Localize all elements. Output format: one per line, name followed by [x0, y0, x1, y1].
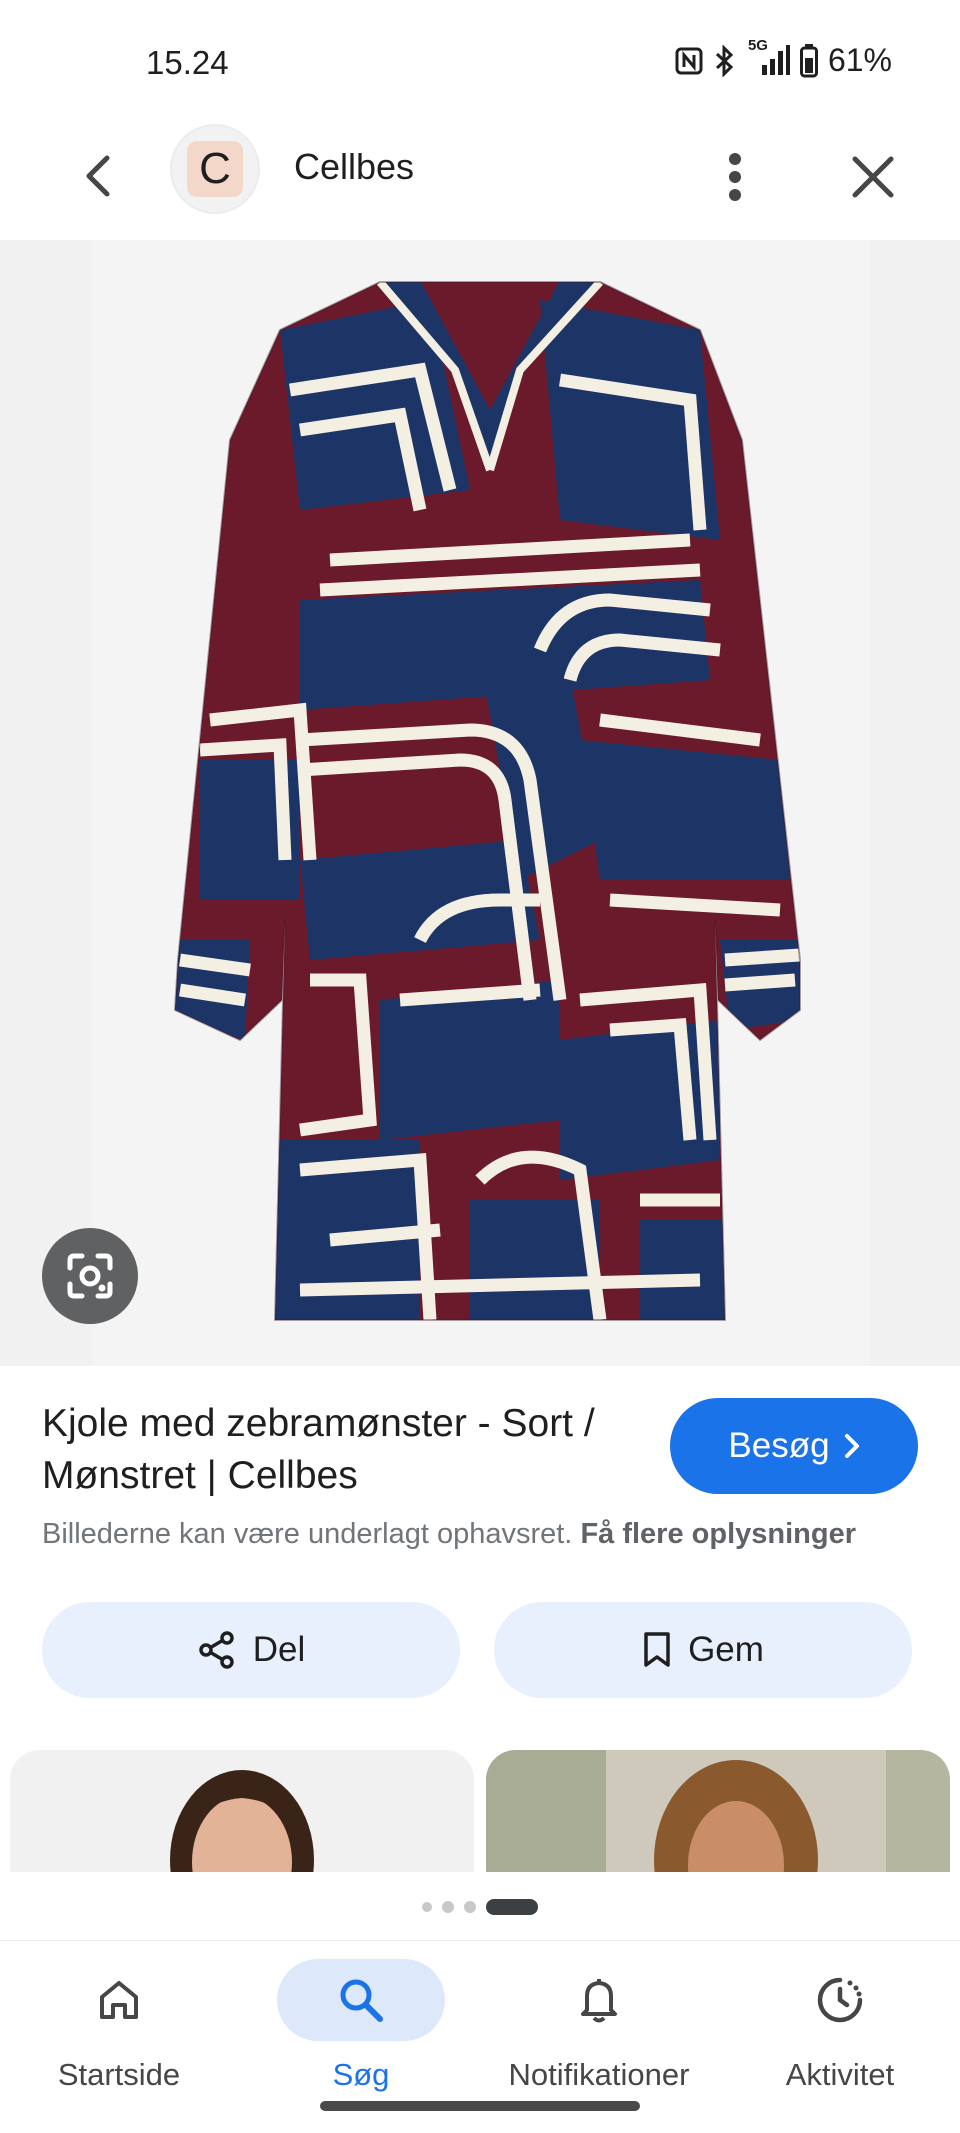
page-dot	[442, 1901, 454, 1913]
nav-home-label: Startside	[57, 2057, 181, 2092]
home-icon	[100, 1981, 138, 2019]
lens-icon	[67, 1253, 113, 1299]
dress-illustration	[173, 281, 801, 1321]
model-photo	[10, 1750, 474, 1872]
share-button[interactable]: Del	[42, 1602, 460, 1698]
nav-notifications[interactable]: Notifikationer	[489, 1959, 709, 2109]
model-photo	[486, 1750, 950, 1872]
product-image[interactable]	[0, 240, 960, 1366]
nav-notifications-label: Notifikationer	[508, 2057, 690, 2092]
nav-home[interactable]: Startside	[9, 1959, 229, 2109]
bluetooth-icon	[714, 44, 736, 77]
site-avatar[interactable]: C	[170, 124, 260, 214]
bottom-navigation: Startside Søg Notifikationer Aktivitet	[0, 1940, 960, 2133]
copyright-notice: Billederne kan være underlagt ophavsret.…	[42, 1518, 922, 1551]
nav-search[interactable]: Søg	[251, 1959, 471, 2109]
status-icons: 5G 61%	[674, 37, 892, 79]
search-icon	[340, 1979, 383, 2022]
result-title[interactable]: Kjole med zebramønster - Sort / Mønstret…	[42, 1398, 602, 1502]
save-button[interactable]: Gem	[494, 1602, 912, 1698]
page-dot-active	[486, 1899, 538, 1915]
visit-button[interactable]: Besøg	[670, 1398, 918, 1494]
nfc-icon	[674, 46, 704, 76]
chevron-right-icon	[844, 1434, 859, 1458]
signal-5g-icon: 5G	[746, 37, 790, 77]
page-indicator	[0, 1896, 960, 1918]
more-vert-icon	[729, 153, 741, 201]
google-lens-button[interactable]	[42, 1228, 138, 1324]
chevron-left-icon	[86, 155, 110, 197]
copyright-text: Billederne kan være underlagt ophavsret.	[42, 1518, 573, 1550]
status-bar: 15.24 5G 61%	[0, 0, 960, 120]
page-dot	[464, 1901, 476, 1913]
bookmark-icon	[644, 1632, 670, 1667]
nav-search-label: Søg	[332, 2057, 390, 2092]
network-type: 5G	[747, 36, 768, 54]
back-button[interactable]	[70, 148, 126, 204]
page-dot	[422, 1902, 432, 1912]
related-image[interactable]	[10, 1750, 474, 1872]
more-info-link[interactable]: Få flere oplysninger	[580, 1518, 856, 1550]
more-options-button[interactable]	[712, 142, 758, 212]
visit-label: Besøg	[728, 1426, 830, 1465]
gesture-handle[interactable]	[320, 2101, 640, 2111]
close-button[interactable]	[838, 142, 908, 212]
battery-level: 61%	[827, 42, 892, 78]
related-images	[0, 1750, 960, 1872]
save-label: Gem	[688, 1630, 764, 1669]
related-image[interactable]	[486, 1750, 950, 1872]
bell-icon	[581, 1979, 617, 2023]
share-icon	[198, 1631, 234, 1669]
battery-icon	[799, 43, 818, 78]
nav-activity[interactable]: Aktivitet	[730, 1959, 950, 2109]
site-avatar-letter: C	[187, 141, 243, 197]
close-icon	[852, 156, 894, 198]
site-name[interactable]: Cellbes	[294, 146, 414, 188]
viewer-header: C Cellbes	[0, 120, 960, 240]
activity-icon	[817, 1977, 863, 2023]
status-time: 15.24	[146, 44, 229, 81]
nav-activity-label: Aktivitet	[785, 2057, 895, 2092]
share-label: Del	[252, 1630, 306, 1669]
